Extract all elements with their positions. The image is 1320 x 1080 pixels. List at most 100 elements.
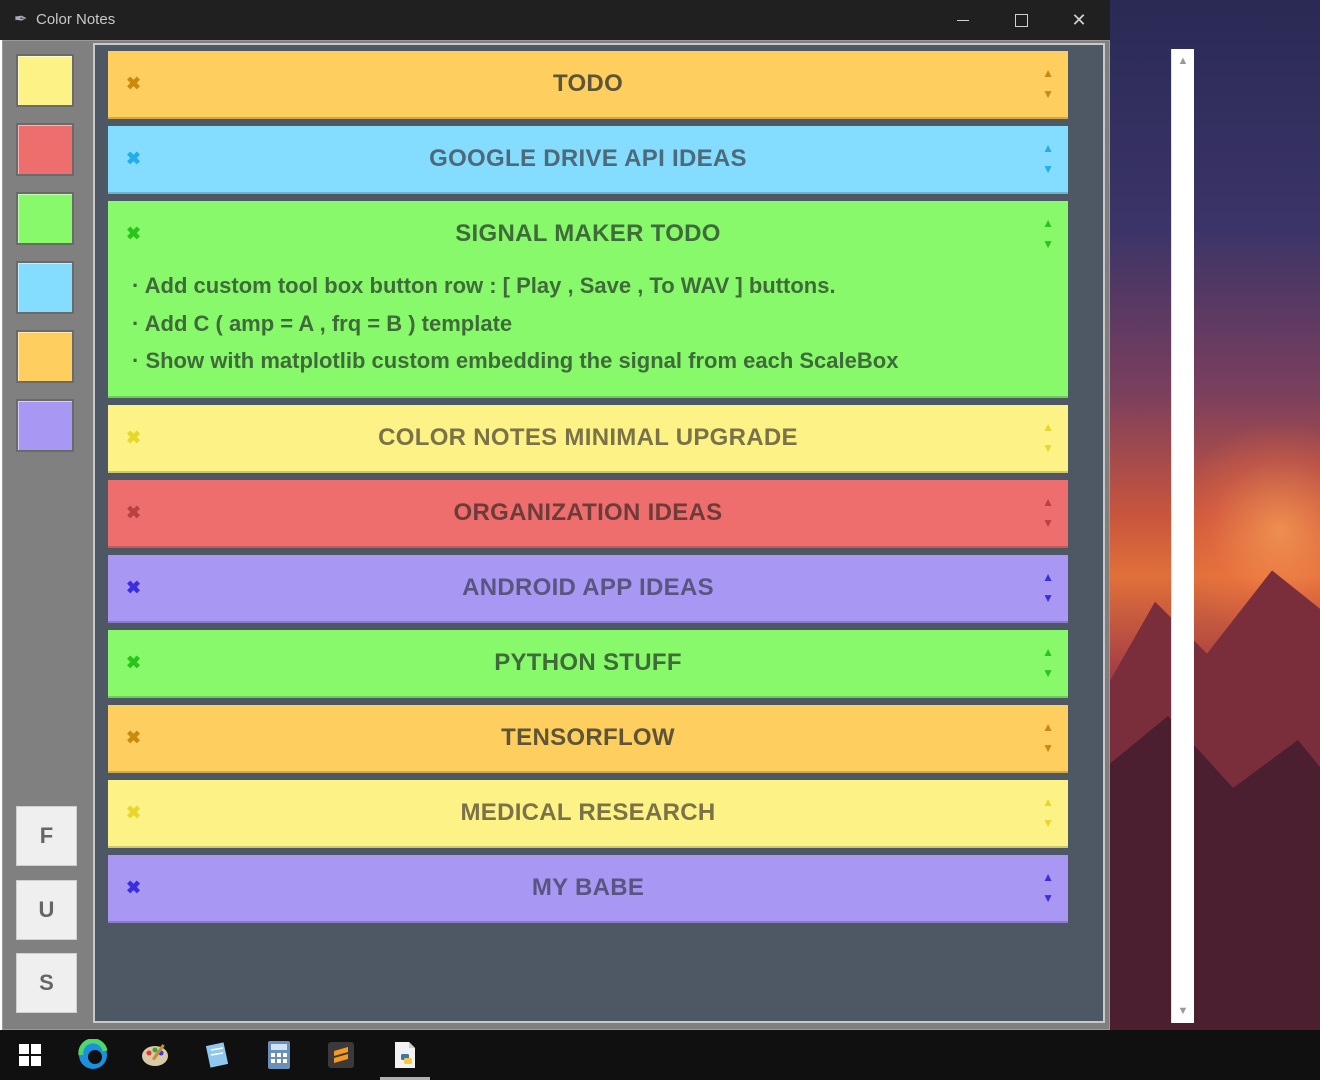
note-title: TODO [552, 70, 624, 97]
note-title: TENSORFLOW [501, 723, 675, 751]
note-title: MEDICAL RESEARCH [460, 798, 716, 826]
note-title: MY BABE [531, 873, 645, 901]
close-button[interactable]: ✕ [1050, 0, 1108, 40]
move-down-icon[interactable]: ▼ [1042, 159, 1054, 180]
reorder-controls: ▲ ▼ [1042, 867, 1054, 909]
title-bar[interactable]: ✒ Color Notes ✕ [0, 0, 1110, 40]
windows-start-icon[interactable] [5, 1030, 55, 1080]
move-up-icon[interactable]: ▲ [1042, 867, 1054, 888]
note-header[interactable]: ✖ COLOR NOTES MINIMAL UPGRADE ▲ ▼ [108, 405, 1068, 471]
scroll-up-icon[interactable]: ▲ [1172, 51, 1194, 71]
swatch-green[interactable] [16, 192, 74, 245]
python-file-icon[interactable] [380, 1030, 430, 1080]
reorder-controls: ▲ ▼ [1042, 417, 1054, 459]
desktop-wallpaper [1110, 0, 1320, 1030]
delete-note-icon[interactable]: ✖ [126, 652, 141, 673]
minimize-button[interactable] [934, 0, 992, 40]
note-card: ✖ ANDROID APP IDEAS ▲ ▼ [108, 554, 1068, 623]
move-down-icon[interactable]: ▼ [1042, 84, 1054, 105]
note-card: ✖ TENSORFLOW ▲ ▼ [108, 704, 1068, 773]
paint-palette-icon[interactable] [130, 1030, 180, 1080]
u-button[interactable]: U [16, 880, 77, 940]
move-up-icon[interactable]: ▲ [1042, 213, 1054, 234]
note-title: ORGANIZATION IDEAS [453, 498, 723, 526]
move-down-icon[interactable]: ▼ [1042, 663, 1054, 684]
reorder-controls: ▲ ▼ [1042, 63, 1054, 105]
note-header[interactable]: ✖ TENSORFLOW ▲ ▼ [108, 705, 1068, 771]
note-card: ✖ ORGANIZATION IDEAS ▲ ▼ [108, 479, 1068, 548]
note-title: ANDROID APP IDEAS [462, 573, 714, 601]
note-card: ✖ SIGNAL MAKER TODO ▲ ▼ · Add custom tool bo… [108, 201, 1068, 398]
sublime-text-icon[interactable] [316, 1030, 366, 1080]
delete-note-icon[interactable]: ✖ [126, 802, 141, 823]
note-card: ✖ MEDICAL RESEARCH ▲ ▼ [108, 779, 1068, 848]
note-header[interactable]: ✖ TODO ▲ ▼ [108, 51, 1068, 117]
scroll-down-icon[interactable]: ▼ [1172, 1001, 1194, 1021]
vertical-scrollbar[interactable]: ▲ ▼ [1171, 49, 1194, 1023]
move-up-icon[interactable]: ▲ [1042, 63, 1054, 84]
move-down-icon[interactable]: ▼ [1042, 738, 1054, 759]
move-up-icon[interactable]: ▲ [1042, 417, 1054, 438]
note-header[interactable]: ✖ SIGNAL MAKER TODO ▲ ▼ [108, 201, 1068, 267]
note-line: · Add C ( amp = A , frq = B ) template [132, 310, 513, 336]
delete-note-icon[interactable]: ✖ [126, 877, 141, 898]
note-title: GOOGLE DRIVE API IDEAS [429, 145, 747, 172]
edge-browser-icon[interactable] [68, 1030, 118, 1080]
move-down-icon[interactable]: ▼ [1042, 513, 1054, 534]
note-line: · Show with matplotlib custom embedding … [132, 348, 899, 373]
move-down-icon[interactable]: ▼ [1042, 588, 1054, 609]
swatch-yellow[interactable] [16, 54, 74, 107]
move-up-icon[interactable]: ▲ [1042, 138, 1054, 159]
minimize-icon [957, 19, 969, 21]
move-down-icon[interactable]: ▼ [1042, 234, 1054, 255]
note-header[interactable]: ✖ GOOGLE DRIVE API IDEAS ▲ ▼ [108, 126, 1068, 192]
swatch-orange[interactable] [16, 330, 74, 383]
note-line: · Add custom tool box button row : [ Pla… [132, 273, 836, 298]
delete-note-icon[interactable]: ✖ [126, 577, 141, 598]
notes-panel: ✖ TODO ▲ ▼ ✖ GOOGLE DRIVE API IDEAS ▲ ▼ ✖ SIGNAL … [93, 43, 1194, 1023]
note-header[interactable]: ✖ MEDICAL RESEARCH ▲ ▼ [108, 780, 1068, 846]
move-down-icon[interactable]: ▼ [1042, 438, 1054, 459]
reorder-controls: ▲ ▼ [1042, 213, 1054, 255]
delete-note-icon[interactable]: ✖ [126, 427, 141, 448]
f-button[interactable]: F [16, 806, 77, 866]
delete-note-icon[interactable]: ✖ [126, 74, 141, 95]
swatch-blue[interactable] [16, 261, 74, 314]
note-card: ✖ GOOGLE DRIVE API IDEAS ▲ ▼ [108, 126, 1068, 194]
note-card: ✖ COLOR NOTES MINIMAL UPGRADE ▲ ▼ [108, 404, 1068, 473]
delete-note-icon[interactable]: ✖ [126, 502, 141, 523]
note-card: ✖ TODO ▲ ▼ [108, 51, 1068, 119]
delete-note-icon[interactable]: ✖ [126, 149, 141, 170]
move-down-icon[interactable]: ▼ [1042, 888, 1054, 909]
note-header[interactable]: ✖ PYTHON STUFF ▲ ▼ [108, 630, 1068, 696]
maximize-icon [1014, 13, 1028, 27]
note-title: PYTHON STUFF [494, 648, 682, 676]
move-up-icon[interactable]: ▲ [1042, 567, 1054, 588]
move-up-icon[interactable]: ▲ [1042, 492, 1054, 513]
note-header[interactable]: ✖ ANDROID APP IDEAS ▲ ▼ [108, 555, 1068, 621]
calculator-icon[interactable] [254, 1030, 304, 1080]
app-window: ✒ Color Notes ✕ F U S ✖ TODO ▲ ▼ ✖ GOOGLE DRI… [0, 0, 1194, 1030]
feather-icon: ✒ [14, 11, 28, 28]
delete-note-icon[interactable]: ✖ [126, 224, 141, 245]
note-card: ✖ MY BABE ▲ ▼ [108, 854, 1068, 923]
notepad-icon[interactable] [192, 1030, 242, 1080]
note-body[interactable]: · Add custom tool box button row : [ Pla… [108, 267, 1068, 396]
taskbar [0, 1030, 1320, 1080]
maximize-button[interactable] [992, 0, 1050, 40]
reorder-controls: ▲ ▼ [1042, 792, 1054, 834]
s-button[interactable]: S [16, 953, 77, 1013]
move-up-icon[interactable]: ▲ [1042, 717, 1054, 738]
note-header[interactable]: ✖ MY BABE ▲ ▼ [108, 855, 1068, 921]
reorder-controls: ▲ ▼ [1042, 642, 1054, 684]
move-up-icon[interactable]: ▲ [1042, 792, 1054, 813]
notes-list: ✖ TODO ▲ ▼ ✖ GOOGLE DRIVE API IDEAS ▲ ▼ ✖ SIGNAL … [108, 51, 1068, 930]
window-title: Color Notes [36, 11, 116, 28]
note-header[interactable]: ✖ ORGANIZATION IDEAS ▲ ▼ [108, 480, 1068, 546]
move-down-icon[interactable]: ▼ [1042, 813, 1054, 834]
move-up-icon[interactable]: ▲ [1042, 642, 1054, 663]
swatch-red[interactable] [16, 123, 74, 176]
reorder-controls: ▲ ▼ [1042, 492, 1054, 534]
delete-note-icon[interactable]: ✖ [126, 727, 141, 748]
swatch-purple[interactable] [16, 399, 74, 452]
